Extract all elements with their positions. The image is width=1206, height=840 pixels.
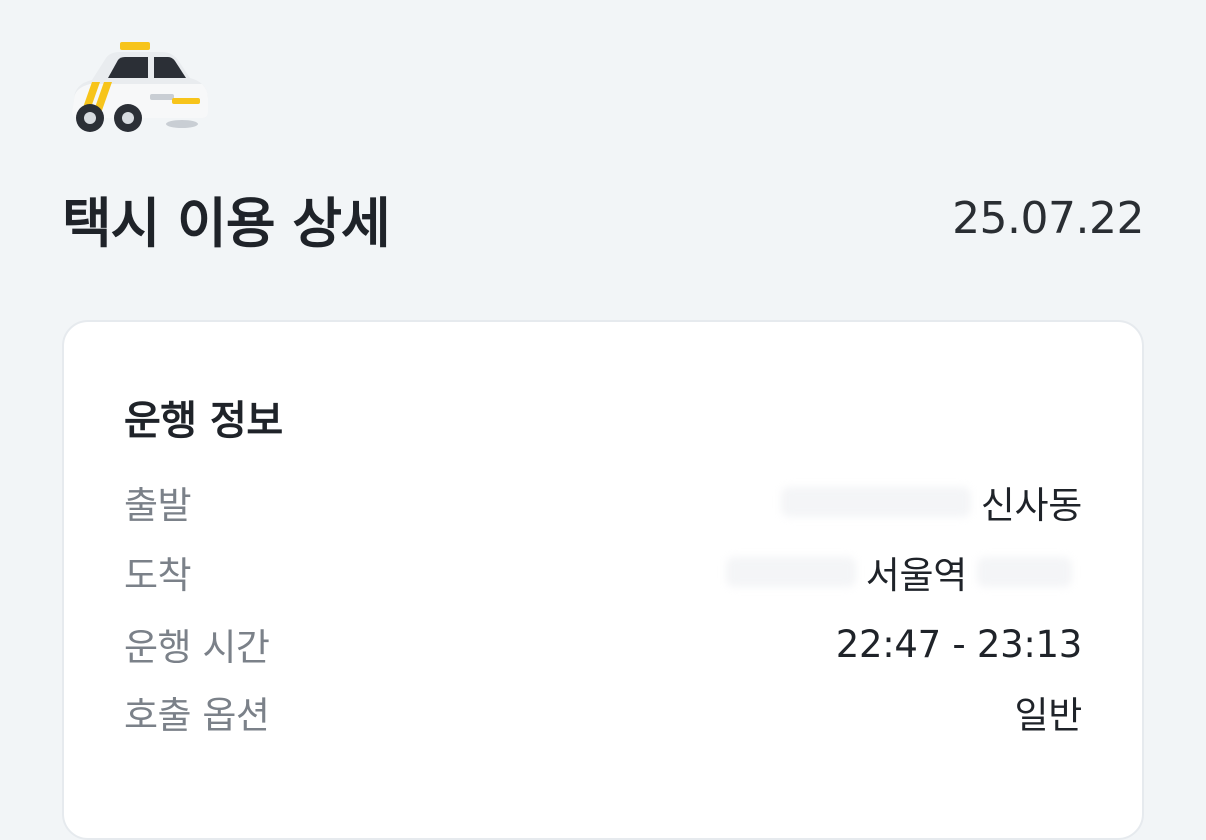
arrival-label: 도착 <box>124 554 192 597</box>
page-title: 택시 이용 상세 <box>62 191 391 255</box>
trip-time-row: 운행 시간 22:47 - 23:13 <box>124 618 1082 670</box>
trip-time-label: 운행 시간 <box>124 626 270 669</box>
taxi-icon <box>72 42 208 132</box>
redacted-address <box>977 557 1072 587</box>
call-option-value: 일반 <box>1014 694 1083 737</box>
departure-row: 출발 신사동 <box>124 476 1082 528</box>
trip-time-value: 22:47 - 23:13 <box>835 622 1083 666</box>
trip-date: 25.07.22 <box>952 192 1144 244</box>
departure-value: 신사동 <box>771 475 1082 529</box>
arrival-value: 서울역 <box>716 545 1082 599</box>
redacted-address <box>725 557 856 587</box>
call-option-label: 호출 옵션 <box>124 694 270 737</box>
departure-label: 출발 <box>124 484 192 527</box>
call-option-row: 호출 옵션 일반 <box>124 686 1082 738</box>
trip-info-card: 운행 정보 출발 신사동 도착 서울역 운행 시간 22:47 - 23:13 … <box>62 320 1144 840</box>
card-title: 운행 정보 <box>124 398 283 444</box>
redacted-address <box>780 487 971 517</box>
arrival-row: 도착 서울역 <box>124 546 1082 598</box>
page-header: 택시 이용 상세 25.07.22 <box>62 180 1144 256</box>
arrival-text: 서울역 <box>865 554 968 597</box>
departure-text: 신사동 <box>980 484 1083 527</box>
